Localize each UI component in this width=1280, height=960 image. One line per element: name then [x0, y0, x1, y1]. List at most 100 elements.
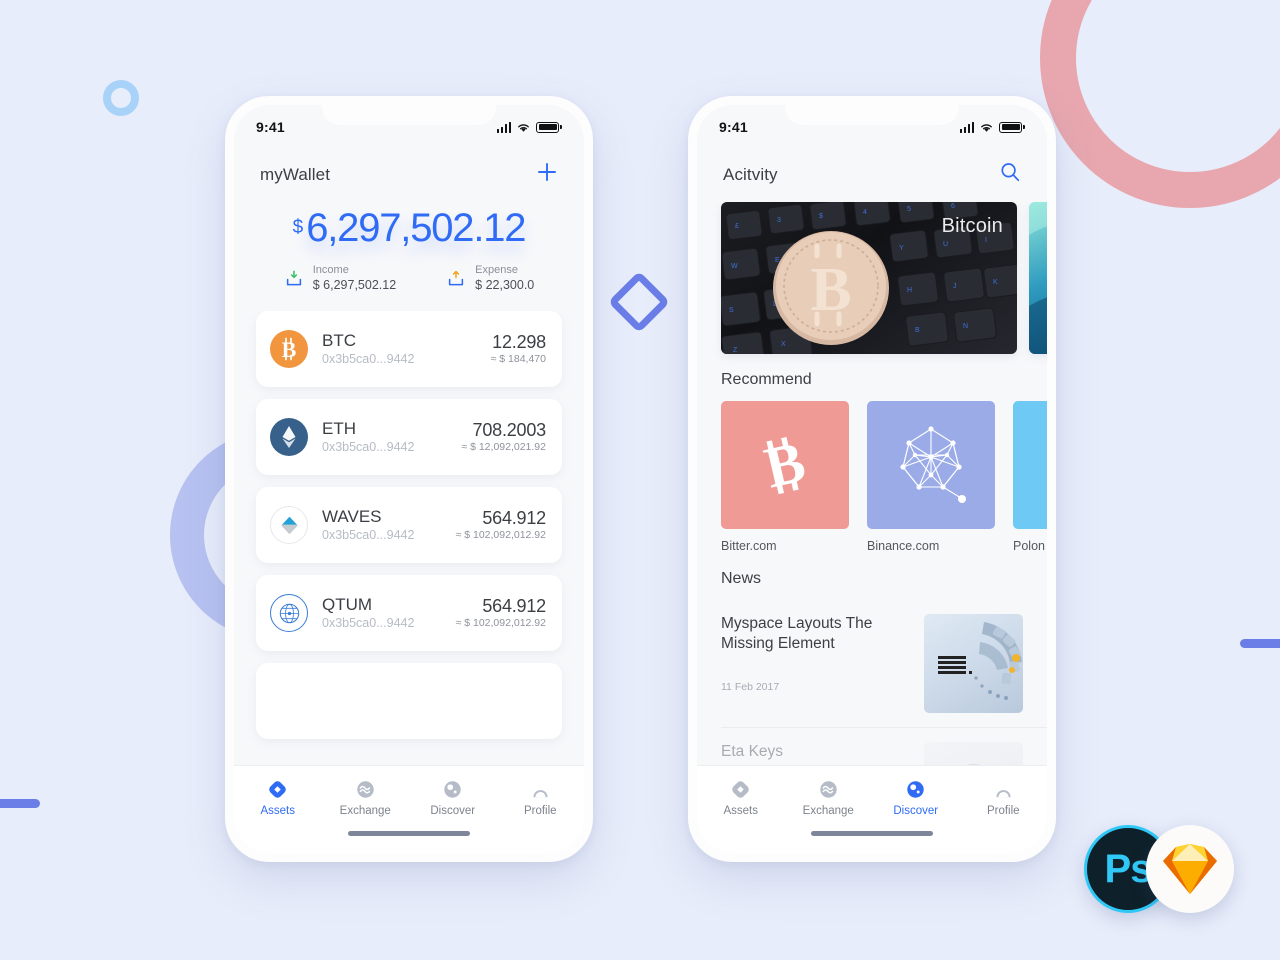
bitcoin-b-icon: B: [759, 428, 811, 500]
income-label: Income: [312, 264, 349, 276]
sketch-badge: [1146, 825, 1234, 913]
income-value: $ 6,297,502.12: [312, 277, 397, 292]
decorative-bar-right: [1240, 639, 1280, 648]
diamond-assets-icon: [269, 780, 286, 798]
svg-text:6: 6: [951, 203, 955, 210]
news-list: Myspace Layouts The Missing Element 11 F…: [697, 600, 1047, 765]
ethereum-coin-icon: [270, 418, 308, 457]
svg-text:X: X: [781, 341, 786, 348]
exchange-waves-icon: [820, 780, 837, 798]
sketch-diamond-icon: [1163, 844, 1217, 894]
notch: [322, 105, 496, 125]
list-item[interactable]: Polon: [1013, 401, 1047, 553]
battery-icon: [999, 121, 1025, 133]
tab-label: Discover: [893, 805, 939, 817]
tab-exchange[interactable]: Exchange: [322, 777, 410, 817]
binance-network-icon: [900, 426, 966, 503]
svg-text:5: 5: [907, 206, 911, 213]
news-thumbnail: [924, 614, 1023, 713]
svg-text:£: £: [735, 223, 739, 230]
asset-amount: 564.912: [482, 507, 546, 528]
add-wallet-button[interactable]: [536, 161, 558, 188]
asset-address: 0x3b5ca0...9442: [322, 352, 415, 367]
banner-carousel[interactable]: £3$ 456 WEY UI SDH JK ZXB N: [697, 202, 1047, 354]
currency-symbol: $: [292, 217, 304, 238]
discover-compass-icon: [444, 780, 461, 798]
table-row[interactable]: B BTC 0x3b5ca0...9442 12.298 ≈ $ 184,470: [256, 311, 562, 388]
asset-symbol: BTC: [322, 331, 356, 351]
news-headline: Eta Keys: [721, 743, 784, 760]
asset-address: 0x3b5ca0...9442: [322, 440, 415, 455]
news-thumbnail: [924, 742, 1023, 765]
banner-label: Bitcoin: [941, 215, 1003, 237]
tab-exchange[interactable]: Exchange: [785, 777, 873, 817]
teal-abstract-photo: [1029, 202, 1047, 354]
svg-text:N: N: [963, 323, 968, 330]
search-icon: [1001, 163, 1020, 182]
tab-label: Assets: [260, 805, 295, 817]
expense-block[interactable]: Expense $ 22,300.0: [446, 264, 534, 293]
list-item[interactable]: Eta Keys: [721, 728, 1047, 765]
list-item[interactable]: Binance.com: [867, 401, 995, 553]
balance-row: $ 6,297,502.12: [234, 208, 584, 248]
tab-discover[interactable]: Discover: [872, 777, 960, 817]
page-title: Acitvity: [723, 164, 778, 184]
portrait-photo: [967, 764, 981, 765]
asset-address: 0x3b5ca0...9442: [322, 528, 415, 543]
asset-fiat-value: ≈ $ 12,092,021.92: [461, 441, 546, 454]
cellular-signal-icon: [959, 121, 975, 133]
recommend-tile: B: [721, 401, 849, 529]
svg-text:3: 3: [777, 217, 781, 224]
home-indicator[interactable]: [811, 831, 933, 836]
phone-mockup-assets: 9:41 myWallet $ 6,297,502.12 Income $ 6,…: [225, 96, 593, 862]
search-button[interactable]: [999, 161, 1021, 188]
news-headline: Myspace Layouts The Missing Element: [721, 615, 873, 653]
table-row-partial[interactable]: [256, 663, 562, 740]
table-row[interactable]: WAVES 0x3b5ca0...9442 564.912 ≈ $ 102,09…: [256, 487, 562, 564]
tab-label: Discover: [430, 805, 476, 817]
recommend-tile: [867, 401, 995, 529]
asset-amount: 708.2003: [472, 419, 547, 440]
svg-text:4: 4: [863, 209, 867, 216]
asset-amount: 12.298: [492, 331, 546, 352]
list-item[interactable]: Myspace Layouts The Missing Element 11 F…: [721, 600, 1047, 728]
status-indicators: [496, 121, 562, 133]
svg-text:Z: Z: [733, 347, 738, 354]
tab-assets[interactable]: Assets: [697, 777, 785, 817]
home-indicator[interactable]: [348, 831, 470, 836]
table-row[interactable]: ETH 0x3b5ca0...9442 708.2003 ≈ $ 12,092,…: [256, 399, 562, 476]
wifi-icon: [518, 123, 530, 132]
svg-text:Y: Y: [899, 245, 904, 252]
asset-fiat-value: ≈ $ 184,470: [490, 353, 546, 366]
tab-label: Exchange: [339, 805, 391, 817]
tab-label: Profile: [523, 805, 557, 817]
decorative-diamond-outline: [607, 270, 671, 334]
income-block[interactable]: Income $ 6,297,502.12: [284, 264, 396, 293]
assets-screen: 9:41 myWallet $ 6,297,502.12 Income $ 6,…: [234, 105, 584, 853]
decorative-blue-circle: [103, 80, 139, 116]
wifi-icon: [981, 123, 993, 132]
list-item[interactable]: B Bitter.com: [721, 401, 849, 553]
download-tray-icon: [286, 270, 301, 286]
table-row[interactable]: QTUM 0x3b5ca0...9442 564.912 ≈ $ 102,092…: [256, 575, 562, 652]
expense-label: Expense: [475, 264, 518, 276]
recommend-name: Binance.com: [867, 539, 940, 553]
asset-list: B BTC 0x3b5ca0...9442 12.298 ≈ $ 184,470: [234, 311, 584, 765]
svg-text:U: U: [943, 241, 948, 248]
discover-content: £3$ 456 WEY UI SDH JK ZXB N: [697, 202, 1047, 765]
recommend-row: B Bitter.com Binance.com Polon: [697, 401, 1047, 553]
recommend-tile: [1013, 401, 1047, 529]
banner-secondary[interactable]: [1029, 202, 1047, 354]
tab-profile[interactable]: Profile: [960, 777, 1048, 817]
tab-assets[interactable]: Assets: [234, 777, 322, 817]
tab-label: Exchange: [802, 805, 854, 817]
svg-text:H: H: [907, 287, 912, 294]
ibm-servers-photo: [938, 622, 1022, 700]
profile-person-icon: [533, 789, 548, 797]
tab-discover[interactable]: Discover: [409, 777, 497, 817]
tab-profile[interactable]: Profile: [497, 777, 585, 817]
recommend-name: Bitter.com: [721, 539, 777, 553]
banner-bitcoin[interactable]: £3$ 456 WEY UI SDH JK ZXB N: [721, 202, 1017, 354]
news-date: 11 Feb 2017: [721, 680, 780, 693]
cellular-signal-icon: [496, 121, 512, 133]
